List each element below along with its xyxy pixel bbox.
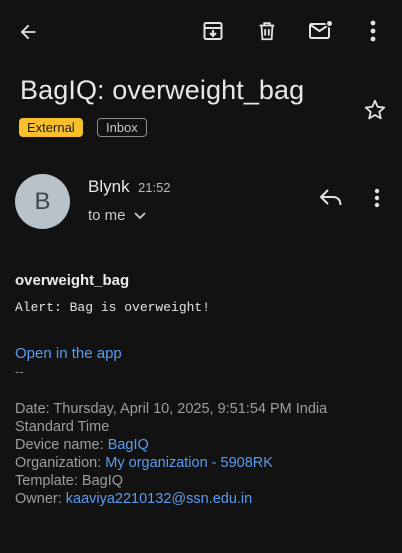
device-row: Device name: BagIQ xyxy=(15,436,385,454)
reply-icon[interactable] xyxy=(316,184,346,212)
date-line-2: Standard Time xyxy=(15,419,110,435)
organization-link[interactable]: My organization - 5908RK xyxy=(105,455,273,471)
mark-unread-icon[interactable] xyxy=(306,17,336,45)
sent-time: 21:52 xyxy=(138,180,171,195)
more-vert-icon[interactable] xyxy=(360,17,386,45)
star-icon[interactable] xyxy=(361,96,389,124)
open-in-app-link[interactable]: Open in the app xyxy=(15,345,122,362)
message-title: overweight_bag xyxy=(15,272,130,289)
chevron-down-icon xyxy=(133,211,146,220)
device-link[interactable]: BagIQ xyxy=(108,437,149,453)
signature-separator: -- xyxy=(15,364,24,379)
label-external: External xyxy=(19,118,83,137)
message-more-icon[interactable] xyxy=(366,184,388,212)
sender-avatar[interactable]: B xyxy=(15,174,70,229)
owner-label: Owner: xyxy=(15,491,66,507)
label-inbox[interactable]: Inbox xyxy=(97,118,147,137)
back-arrow-icon[interactable] xyxy=(14,18,42,46)
message-metadata: Date: Thursday, April 10, 2025, 9:51:54 … xyxy=(15,400,385,508)
trash-icon[interactable] xyxy=(253,17,281,45)
recipient-label: to me xyxy=(88,207,126,224)
alert-text: Alert: Bag is overweight! xyxy=(15,300,211,315)
owner-email-link[interactable]: kaaviya2210132@ssn.edu.in xyxy=(66,491,252,507)
device-label: Device name: xyxy=(15,437,108,453)
organization-row: Organization: My organization - 5908RK xyxy=(15,454,385,472)
archive-icon[interactable] xyxy=(199,17,227,45)
date-line-1: Date: Thursday, April 10, 2025, 9:51:54 … xyxy=(15,401,328,417)
sender-name: Blynk xyxy=(88,177,130,196)
organization-label: Organization: xyxy=(15,455,106,471)
email-subject: BagIQ: overweight_bag xyxy=(20,75,305,105)
recipient-details-toggle[interactable]: to me xyxy=(88,207,146,224)
owner-row: Owner: kaaviya2210132@ssn.edu.in xyxy=(15,490,385,508)
template-row: Template: BagIQ xyxy=(15,473,123,489)
